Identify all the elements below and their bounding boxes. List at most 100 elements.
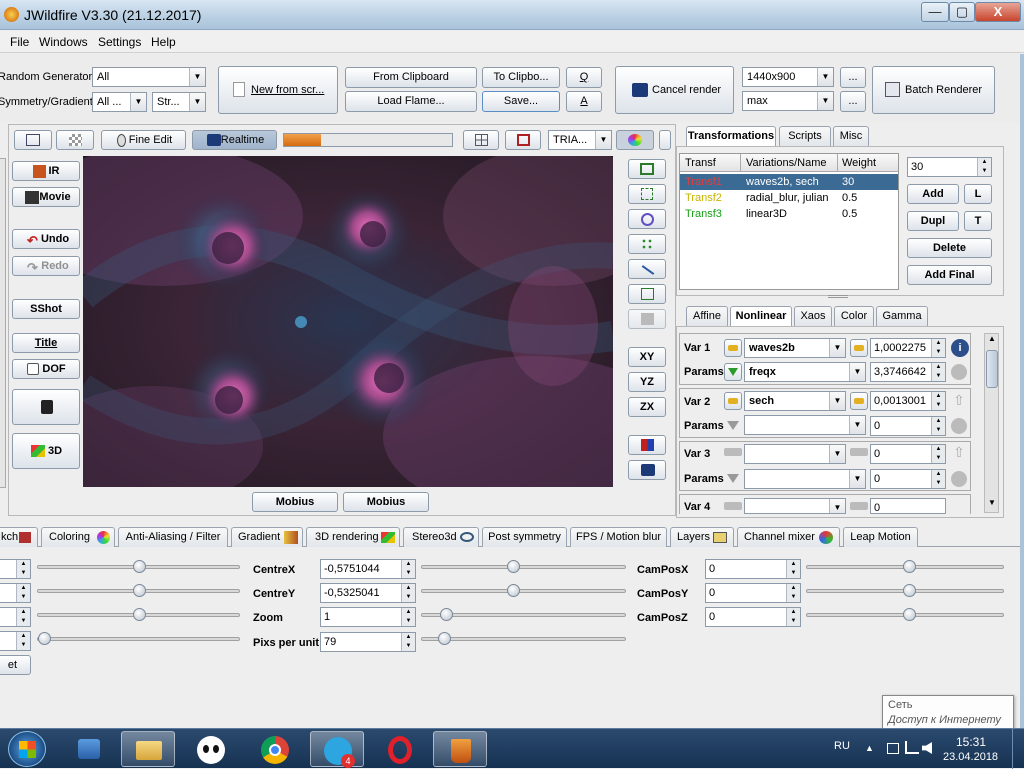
left-spinner-2[interactable]: ▲ ▼ [0,583,31,603]
scroll-thumb[interactable] [986,350,998,388]
table-row[interactable]: Transf1 waves2b, sech 30 [680,174,898,190]
edit-mode-icon-button[interactable] [14,130,52,150]
color-picker-button[interactable] [616,130,654,150]
var3-select[interactable]: ▼ [744,444,846,464]
toggle-icon[interactable] [850,502,868,510]
arrow-up-icon[interactable]: ⇧ [951,444,967,462]
delete-transform-button[interactable]: Delete [907,238,992,258]
slider-3[interactable] [37,608,240,621]
var3-amount-spinner[interactable]: 0 ▲ ▼ [870,444,946,464]
title-button[interactable]: Title [12,333,80,353]
splitter-handle[interactable] [828,295,848,298]
tab-nonlinear[interactable]: Nonlinear [730,306,792,326]
centre-y-spinner[interactable]: -0,5325041 ▲ ▼ [320,583,416,603]
slider-knob[interactable] [440,608,453,621]
redo-button[interactable]: ↷ Redo [12,256,80,276]
close-button[interactable]: X [975,2,1021,22]
overflow-button[interactable] [659,130,671,150]
symmetry-select[interactable]: All ... ▼ [92,92,147,112]
a-button[interactable]: A [566,91,602,112]
triangle-down-icon[interactable] [727,421,739,430]
cam-pos-x-slider[interactable] [806,560,1004,573]
triangle-down-icon[interactable] [727,474,739,483]
toggle-grid-button[interactable] [56,130,94,150]
table-row[interactable]: Transf3 linear3D 0.5 [680,206,898,222]
q-button[interactable]: Q [566,67,602,88]
tab-misc[interactable]: Misc [833,126,869,146]
scroll-down-icon[interactable]: ▼ [986,498,998,512]
realtime-toggle[interactable]: Realtime [192,130,277,150]
add-transform-button[interactable]: Add [907,184,959,204]
maximize-button[interactable]: ▢ [949,2,975,22]
action-center-icon[interactable] [887,743,899,754]
clock-date[interactable]: 23.04.2018 [943,751,998,763]
left-spinner-3[interactable]: ▲ ▼ [0,607,31,627]
tab-leap-motion[interactable]: Leap Motion [843,527,918,547]
slider-knob[interactable] [903,584,916,597]
network-icon[interactable] [905,741,919,754]
menu-settings[interactable]: Settings [98,35,141,49]
gradient-select[interactable]: Str... ▼ [152,92,206,112]
tab-gradient[interactable]: Gradient [231,527,303,547]
var2-param-select[interactable]: ▼ [744,415,866,435]
vars-scrollbar[interactable]: ▲ ▼ [984,333,999,513]
random-generator-select[interactable]: All ▼ [92,67,206,87]
var1-param-select[interactable]: freqx ▼ [744,362,866,382]
resolution-select[interactable]: 1440x900 ▼ [742,67,834,87]
tab-coloring[interactable]: Coloring [41,527,115,547]
taskbar-explorer[interactable] [121,731,175,767]
3d-button[interactable]: 3D [12,433,80,469]
centre-x-slider[interactable] [421,560,626,573]
cancel-render-button[interactable]: Cancel render [615,66,734,114]
tray-expand-icon[interactable]: ▲ [865,743,874,753]
slider-4[interactable] [37,632,240,645]
var1-params-toggle[interactable] [724,363,742,381]
slider-knob[interactable] [903,560,916,573]
taskbar-java[interactable] [433,731,487,767]
var1-param-spinner[interactable]: 3,3746642 ▲ ▼ [870,362,946,382]
slider-knob[interactable] [438,632,451,645]
taskbar-app[interactable] [184,731,238,767]
show-desktop-button[interactable] [1012,729,1024,769]
var3-param-select[interactable]: ▼ [744,469,866,489]
taskbar-telegram[interactable]: 4 [310,731,364,768]
var2-mode-button[interactable] [850,392,868,410]
from-clipboard-button[interactable]: From Clipboard [345,67,477,88]
left-spinner-1[interactable]: ▲ ▼ [0,559,31,579]
add-final-button[interactable]: Add Final [907,265,992,285]
toggle-icon[interactable] [850,448,868,456]
menu-help[interactable]: Help [151,35,176,49]
var1-select[interactable]: waves2b ▼ [744,338,846,358]
tab-fps-motion-blur[interactable]: FPS / Motion blur [570,527,667,547]
var1-mode-button[interactable] [850,339,868,357]
cam-pos-z-spinner[interactable]: 0 ▲ ▼ [705,607,801,627]
tab-gamma[interactable]: Gamma [876,306,928,326]
centre-x-spinner[interactable]: -0,5751044 ▲ ▼ [320,559,416,579]
slider-knob[interactable] [133,608,146,621]
gear-icon[interactable] [951,471,967,487]
info-icon[interactable]: i [951,339,969,357]
slider-knob[interactable] [133,560,146,573]
quality-more-button[interactable]: ... [840,91,866,112]
film-strip-button[interactable] [505,130,541,150]
var4-select[interactable]: ▼ [744,498,846,514]
menu-file[interactable]: File [10,35,29,49]
t-button[interactable]: T [964,211,992,231]
save-button[interactable]: Save... [482,91,560,112]
cam-pos-y-slider[interactable] [806,584,1004,597]
screenshot-button[interactable]: SShot [12,299,80,319]
clock-time[interactable]: 15:31 [956,735,986,749]
grid-points-button[interactable] [628,234,666,254]
cam-pos-x-spinner[interactable]: 0 ▲ ▼ [705,559,801,579]
batch-renderer-button[interactable]: Batch Renderer [872,66,995,114]
pivot-button[interactable] [628,259,666,279]
tab-xaos[interactable]: Xaos [794,306,832,326]
tab-affine[interactable]: Affine [686,306,728,326]
toggle-icon[interactable] [724,448,742,456]
language-indicator[interactable]: RU [834,740,850,752]
tab-stereo3d[interactable]: Stereo3d [403,527,479,547]
var2-toggle-button[interactable] [724,392,742,410]
tab-3d-rendering[interactable]: 3D rendering [306,527,400,547]
slider-2[interactable] [37,584,240,597]
table-row[interactable]: Transf2 radial_blur, julian 0.5 [680,190,898,206]
